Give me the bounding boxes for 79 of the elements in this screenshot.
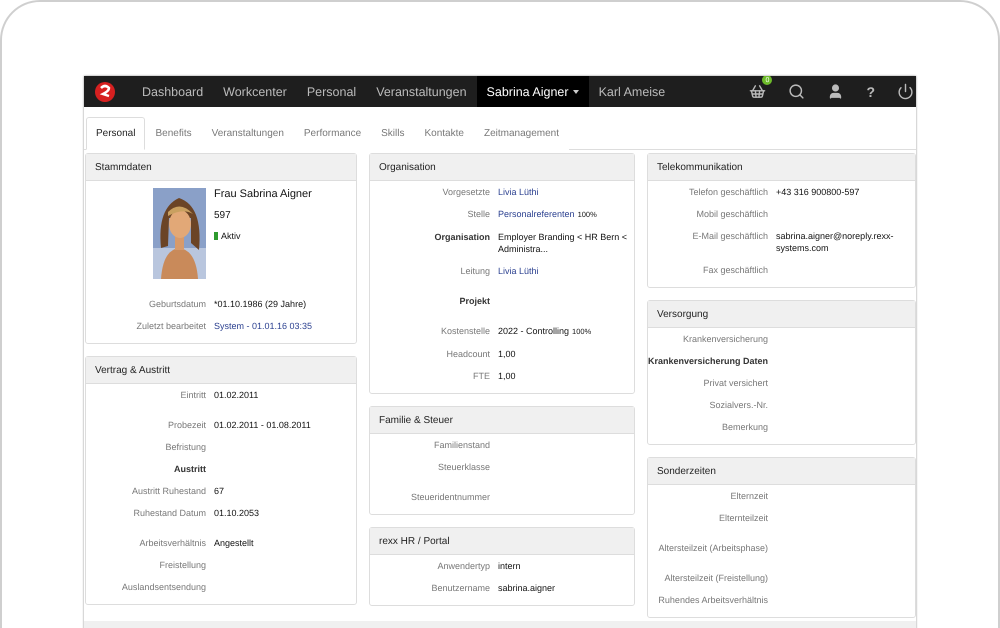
field-label: Altersteilzeit (Arbeitsphase) [657,542,768,554]
field-label: E-Mail geschäftlich [691,230,768,243]
panel-title: Vertrag & Austritt [86,357,356,384]
field-label: Krankenversicherung Daten [648,355,768,367]
field-label: Altersteilzeit (Freistellung) [663,572,768,584]
field-label: Austritt [173,463,206,475]
field-label: Austritt Ruhestand [130,485,206,497]
field-label: Probezeit [166,419,206,431]
field-value: *01.10.1986 (29 Jahre) [214,299,306,309]
field-link[interactable]: Personalreferenten [498,209,575,219]
field-label: Projekt [458,295,490,307]
panel-title: Telekommunikation [648,154,915,181]
field-value: 01.02.2011 - 01.08.2011 [214,420,311,430]
tab[interactable]: Personal [86,117,146,150]
field-label: Mobil geschäftlich [695,208,768,220]
field-label: Ruhendes Arbeitsverhältnis [657,594,768,606]
field-label: Auslandsentsendung [120,581,206,593]
nav-item[interactable]: Dashboard [132,76,214,107]
field-value: sabrina.aigner@noreply.rexx-systems.com [776,231,894,253]
field-value: 01.10.2053 [214,508,260,518]
field-label: Geburtsdatum [148,298,206,310]
field-label: Vorgesetzte [441,186,490,198]
field-label: Benutzername [430,582,490,594]
field-label: Anwendertyp [436,560,490,572]
field-label: Eintritt [179,389,206,401]
nav-item[interactable]: Karl Ameise [588,76,676,107]
field-label: Ruhestand Datum [132,507,206,519]
field-link[interactable]: Livia Lüthi [498,266,539,276]
field-label: Sozialvers.-Nr. [708,399,768,411]
nav-item[interactable]: Workcenter [213,76,297,107]
field-label: Steuerklasse [436,461,490,473]
field-label: Zuletzt bearbeitet [135,320,206,332]
field-value: Angestellt [214,538,254,548]
field-label: Krankenversicherung [682,333,768,345]
status-text: Aktiv [221,231,241,241]
field-label: Elternzeit [729,490,768,502]
field-label: Telefon geschäftlich [688,186,768,198]
field-label: Elternteilzeit [718,512,768,524]
field-label: Familienstand [432,439,490,451]
field-value: 67 [214,486,224,496]
field-label: Fax geschäftlich [702,264,768,276]
field-value: 1,00 [498,371,516,381]
search-icon[interactable] [788,83,806,100]
field-label: Befristung [164,441,206,453]
field-value: 1,00 [498,349,516,359]
field-label: Steueridentnummer [410,491,490,503]
field-label: Kostenstelle [440,325,490,338]
field-link[interactable]: System - 01.01.16 03:35 [214,321,312,331]
nav-item[interactable]: Personal [296,76,366,107]
personnel-number: 597 [214,210,232,221]
field-label: Organisation [433,231,490,244]
basket-icon[interactable] [749,83,766,100]
nav-item[interactable]: Sabrina Aigner [476,76,589,107]
panel-title: Familie & Steuer [370,407,634,434]
help-button[interactable]: ? [866,84,875,100]
field-value: 2022 - Controlling [498,326,570,336]
field-value: +43 316 900800-597 [776,187,860,197]
field-label: FTE [472,370,490,382]
field-value: Employer Branding < HR Bern < Administra... [498,232,628,254]
panel-title: Organisation [370,154,634,181]
field-label: Freistellung [158,559,206,571]
field-label: Privat versichert [702,377,768,389]
field-value: intern [498,561,521,571]
panel-title: Versorgung [648,301,915,328]
field-value: 01.02.2011 [214,390,258,400]
panel-title: Stammdaten [86,154,356,181]
person-name: Frau Sabrina Aigner [214,188,313,200]
field-label: Leitung [459,265,490,277]
field-label: Headcount [445,348,490,360]
logo-icon [94,80,116,102]
panel-title: Sonderzeiten [648,458,915,485]
panel-title: rexx HR / Portal [370,528,634,555]
field-label: Arbeitsverhältnis [138,537,206,549]
field-label: Stelle [466,208,490,221]
field-label: Bemerkung [720,421,768,433]
field-value: sabrina.aigner [498,583,556,593]
nav-item[interactable]: Veranstaltungen [366,76,477,107]
power-icon[interactable] [897,83,914,100]
field-link[interactable]: Livia Lüthi [498,187,539,197]
